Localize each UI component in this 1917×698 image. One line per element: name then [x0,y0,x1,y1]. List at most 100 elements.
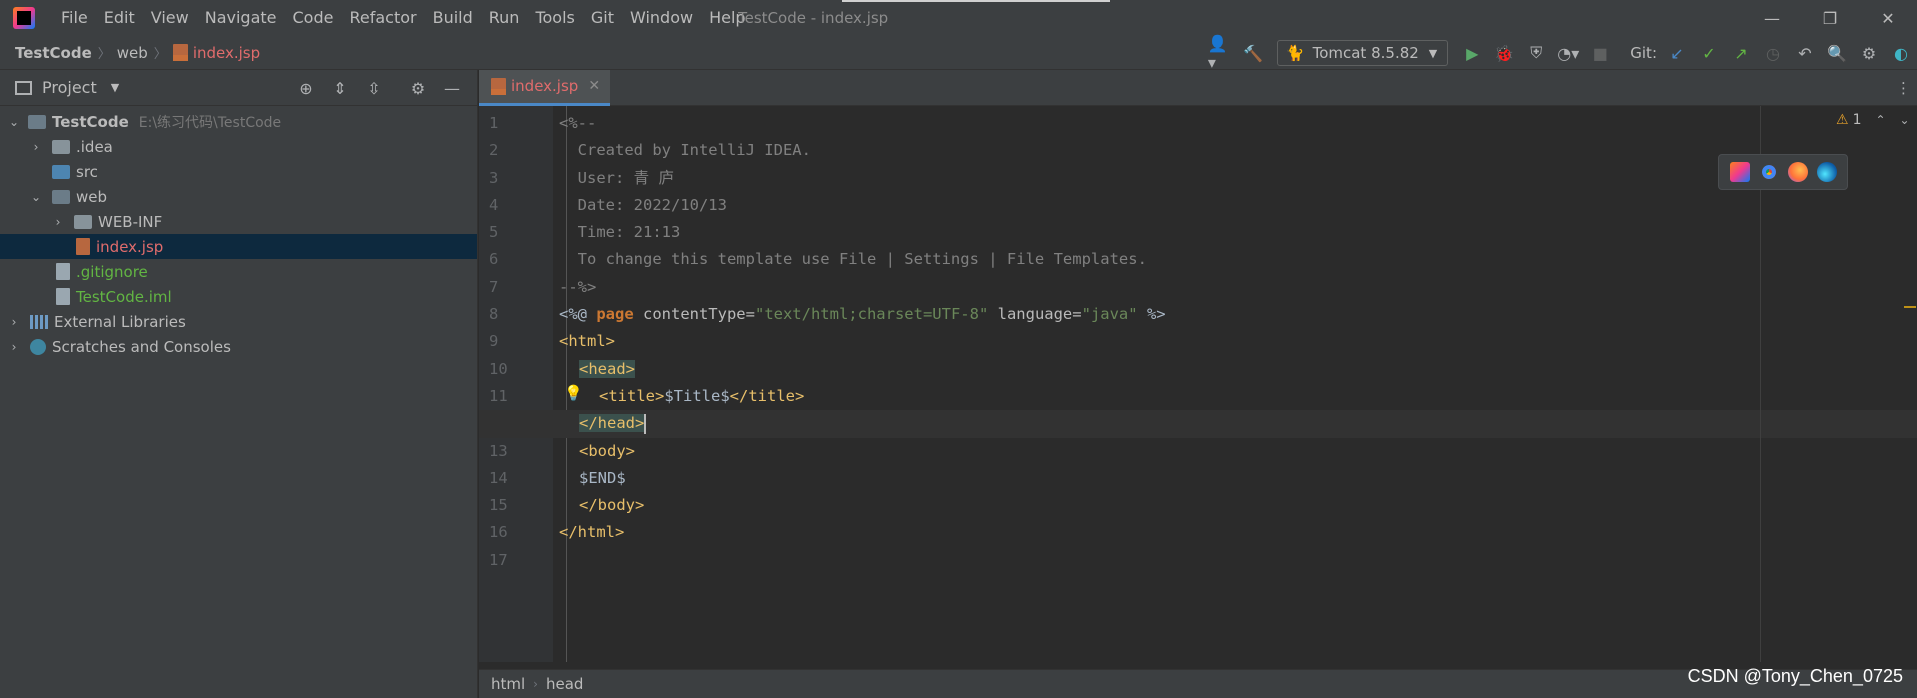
menu-window[interactable]: Window [622,0,701,36]
editor-tabs: index.jsp ✕ ⋮ [479,69,1917,106]
hide-panel-icon[interactable]: — [439,75,465,101]
jsp-file-icon [172,44,188,61]
code-token: %> [1137,305,1166,324]
intention-bulb-icon[interactable]: 💡 [564,384,583,402]
chevron-right-icon: › [533,677,538,691]
edge-browser-icon[interactable] [1816,162,1837,182]
code-token: Time: 21:13 [559,223,681,242]
title-bar: File Edit View Navigate Code Refactor Bu… [0,0,1917,36]
git-commit-icon[interactable]: ✓ [1696,40,1722,66]
jsp-file-icon [76,238,90,255]
tree-item-index-jsp[interactable]: index.jsp [0,234,477,259]
menu-refactor[interactable]: Refactor [341,0,424,36]
text-caret [644,413,647,434]
breadcrumb-html[interactable]: html [491,675,525,693]
menu-edit[interactable]: Edit [96,0,143,36]
tree-item-external-libraries[interactable]: › External Libraries [0,309,477,334]
tree-item-label: .gitignore [76,262,148,281]
tab-index-jsp[interactable]: index.jsp ✕ [479,69,611,106]
expand-all-icon[interactable]: ⇕ [327,75,353,101]
collapse-all-icon[interactable]: ⇳ [361,75,387,101]
chevron-down-icon[interactable]: ⌄ [1900,113,1910,127]
search-icon[interactable]: 🔍 [1824,40,1850,66]
menu-git[interactable]: Git [583,0,622,36]
chevron-up-icon[interactable]: ⌃ [1875,113,1885,127]
code-with-me-icon[interactable]: ◐ [1888,40,1914,66]
tree-item-web-inf[interactable]: › WEB-INF [0,209,477,234]
chrome-browser-icon[interactable] [1758,162,1779,182]
tree-item-label: .idea [76,137,113,156]
chevron-right-icon[interactable]: › [50,215,66,229]
scratches-icon [30,338,46,355]
code-line-13: <body> [479,438,1917,465]
tree-item-testcode-iml[interactable]: TestCode.iml [0,284,477,309]
profile-icon[interactable]: ◔▾ [1555,40,1581,66]
project-panel-header: Project ▼ ⊕ ⇕ ⇳ ⚙ — [0,70,477,106]
web-folder-icon [52,189,70,204]
chevron-right-icon[interactable]: › [6,315,22,329]
git-update-icon[interactable]: ↙ [1664,40,1690,66]
tree-item-web[interactable]: ⌄ web [0,184,477,209]
close-tab-icon[interactable]: ✕ [588,78,600,94]
chevron-right-icon[interactable]: › [28,140,44,154]
scrollbar-warning-marker[interactable] [1904,306,1916,308]
code-token: <head> [579,359,635,378]
module-folder-icon [28,114,46,129]
tree-item-scratches[interactable]: › Scratches and Consoles [0,334,477,359]
panel-settings-gear-icon[interactable]: ⚙ [405,75,431,101]
crumb-web[interactable]: web [117,44,148,62]
menu-run[interactable]: Run [481,0,528,36]
build-hammer-icon[interactable]: 🔨 [1240,40,1266,66]
restore-button[interactable]: ❐ [1801,0,1859,36]
git-history-icon[interactable]: ◷ [1760,40,1786,66]
project-view-selector[interactable]: Project ▼ [15,78,119,97]
settings-gear-icon[interactable]: ⚙ [1856,40,1882,66]
code-token: --%> [559,277,597,296]
crumb-file[interactable]: index.jsp [193,44,260,62]
close-window-button[interactable]: ✕ [1859,0,1917,36]
code-line-6: To change this template use File | Setti… [479,246,1917,273]
code-editor[interactable]: 1 2 3 4 5 6 7 8 9 10 11 12 13 14 15 16 1… [479,106,1917,662]
watermark: CSDN @Tony_Chen_0725 [1687,666,1903,686]
tree-item-label: index.jsp [96,237,164,256]
minimize-button[interactable]: — [1743,0,1801,36]
tree-item-label: TestCode.iml [76,287,172,306]
code-line-1: <%-- [479,110,1917,137]
code-line-9: <html> [479,328,1917,355]
crumb-project[interactable]: TestCode [15,44,92,62]
chevron-down-icon[interactable]: ⌄ [28,190,44,204]
tree-item-src[interactable]: src [0,159,477,184]
menu-build[interactable]: Build [425,0,481,36]
run-config-selector[interactable]: 🐈 Tomcat 8.5.82 ▼ [1276,40,1449,66]
debug-icon[interactable]: 🐞 [1491,40,1517,66]
menu-tools[interactable]: Tools [527,0,582,36]
more-tabs-icon[interactable]: ⋮ [1896,70,1911,106]
breadcrumb-head[interactable]: head [546,675,583,693]
code-lines: <%-- Created by IntelliJ IDEA. User: 青 庐… [479,110,1917,574]
tree-item-idea[interactable]: › .idea [0,134,477,159]
inspection-widget[interactable]: ⚠ 1 ⌃ ⌄ [1836,112,1910,128]
menu-file[interactable]: File [53,0,96,36]
coverage-icon[interactable]: ⛨ [1523,40,1549,66]
tree-item-testcode[interactable]: ⌄ TestCode E:\练习代码\TestCode [0,109,477,134]
menu-view[interactable]: View [143,0,197,36]
tree-item-path: E:\练习代码\TestCode [138,114,282,131]
menu-code[interactable]: Code [285,0,342,36]
code-token: </head> [579,414,645,433]
intellij-browser-icon[interactable] [1729,162,1750,182]
code-line-15: </body> [479,492,1917,519]
git-push-icon[interactable]: ↗ [1728,40,1754,66]
firefox-browser-icon[interactable] [1787,162,1808,182]
run-icon[interactable]: ▶ [1459,40,1485,66]
menu-navigate[interactable]: Navigate [197,0,285,36]
git-rollback-icon[interactable]: ↶ [1792,40,1818,66]
tree-item-gitignore[interactable]: .gitignore [0,259,477,284]
chevron-down-icon[interactable]: ⌄ [6,115,22,129]
editor-area: index.jsp ✕ ⋮ 1 2 3 4 5 6 7 8 9 10 11 12… [479,69,1917,698]
stop-icon[interactable]: ■ [1587,40,1613,66]
user-icon[interactable]: 👤▾ [1208,34,1234,72]
code-token: <html> [559,332,615,351]
locate-target-icon[interactable]: ⊕ [293,75,319,101]
code-line-12: </head> [479,410,1917,438]
chevron-right-icon[interactable]: › [6,340,22,354]
